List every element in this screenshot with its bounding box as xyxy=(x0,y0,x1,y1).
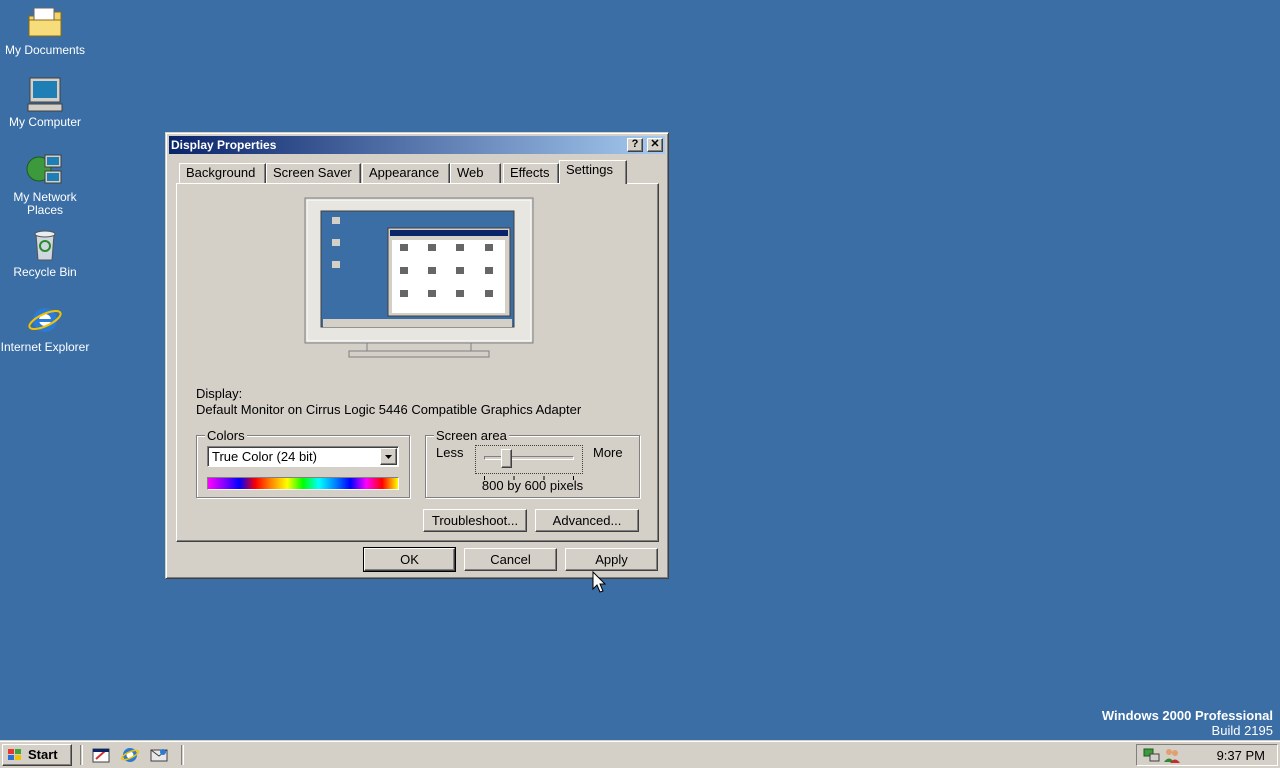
tab-appearance[interactable]: Appearance xyxy=(362,163,450,183)
folder-icon xyxy=(25,4,65,42)
dialog-titlebar[interactable]: Display Properties ? ✕ xyxy=(169,136,665,154)
display-label: Display: xyxy=(196,386,243,401)
desktop-icon-label: Internet Explorer xyxy=(0,340,90,354)
slider-thumb[interactable] xyxy=(501,449,512,468)
start-button[interactable]: Start xyxy=(2,744,72,766)
monitor-preview xyxy=(304,197,534,367)
resolution-text: 800 by 600 pixels xyxy=(481,478,584,493)
internet-explorer-quicklaunch-icon[interactable] xyxy=(120,746,140,764)
outlook-express-icon[interactable] xyxy=(149,746,169,764)
windows-logo-icon xyxy=(7,748,23,762)
mouse-cursor xyxy=(592,570,608,595)
desktop-icon-label: My Network Places xyxy=(13,190,77,217)
troubleshoot-button[interactable]: Troubleshoot... xyxy=(423,509,527,532)
more-label: More xyxy=(593,445,623,460)
quicklaunch-divider xyxy=(80,745,83,765)
desktop-icon-my-computer[interactable]: My Computer xyxy=(0,76,90,129)
screen-area-group-label: Screen area xyxy=(434,428,509,443)
computer-icon xyxy=(25,76,65,114)
desktop-icon-my-documents[interactable]: My Documents xyxy=(0,4,90,57)
less-label: Less xyxy=(436,445,464,460)
desktop-icon-internet-explorer[interactable]: Internet Explorer xyxy=(0,301,90,354)
network-tray-icon[interactable] xyxy=(1143,747,1161,763)
clock[interactable]: 9:37 PM xyxy=(1217,748,1265,763)
desktop-icon-my-network-places[interactable]: My Network Places xyxy=(0,151,90,217)
apply-button[interactable]: Apply xyxy=(565,548,658,571)
colors-dropdown[interactable]: True Color (24 bit) xyxy=(207,446,399,467)
network-icon xyxy=(25,151,65,189)
tab-background[interactable]: Background xyxy=(179,163,266,183)
windows-version-watermark: Windows 2000 Professional Build 2195 xyxy=(1102,708,1273,738)
taskbar-divider xyxy=(181,745,184,765)
color-spectrum-bar xyxy=(207,477,399,490)
slider-ticks xyxy=(484,469,574,480)
system-tray: 9:37 PM xyxy=(1136,744,1278,766)
close-button[interactable]: ✕ xyxy=(647,138,663,152)
windows-version-text: Windows 2000 Professional xyxy=(1101,708,1273,723)
slider-track xyxy=(484,456,574,460)
desktop-icon-recycle-bin[interactable]: Recycle Bin xyxy=(0,226,90,279)
advanced-button[interactable]: Advanced... xyxy=(535,509,639,532)
users-tray-icon[interactable] xyxy=(1163,747,1181,763)
desktop-icon-label: Recycle Bin xyxy=(13,265,77,279)
colors-group-label: Colors xyxy=(205,428,247,443)
ok-button[interactable]: OK xyxy=(363,547,456,572)
display-properties-dialog: Display Properties ? ✕ Background Screen… xyxy=(165,132,669,579)
screen-area-slider[interactable] xyxy=(475,445,583,480)
desktop-icon-label: My Computer xyxy=(8,115,82,129)
colors-dropdown-value: True Color (24 bit) xyxy=(212,449,317,464)
taskbar: Start 9:37 PM xyxy=(0,740,1280,768)
desktop-icon-label: My Documents xyxy=(4,43,86,57)
windows-build-text: Build 2195 xyxy=(1211,723,1273,738)
start-label: Start xyxy=(28,747,58,762)
show-desktop-icon[interactable] xyxy=(91,747,111,765)
display-adapter-text: Default Monitor on Cirrus Logic 5446 Com… xyxy=(196,402,582,417)
tab-effects[interactable]: Effects xyxy=(503,163,559,183)
tab-screen-saver[interactable]: Screen Saver xyxy=(266,163,361,183)
internet-explorer-icon xyxy=(25,301,65,339)
tab-settings[interactable]: Settings xyxy=(559,160,627,184)
help-button[interactable]: ? xyxy=(627,138,643,152)
tab-web[interactable]: Web xyxy=(450,163,501,183)
dialog-title: Display Properties xyxy=(171,138,277,152)
chevron-down-icon[interactable] xyxy=(380,448,397,465)
cancel-button[interactable]: Cancel xyxy=(464,548,557,571)
settings-panel: Display: Default Monitor on Cirrus Logic… xyxy=(176,183,659,542)
recycle-bin-icon xyxy=(25,226,65,264)
